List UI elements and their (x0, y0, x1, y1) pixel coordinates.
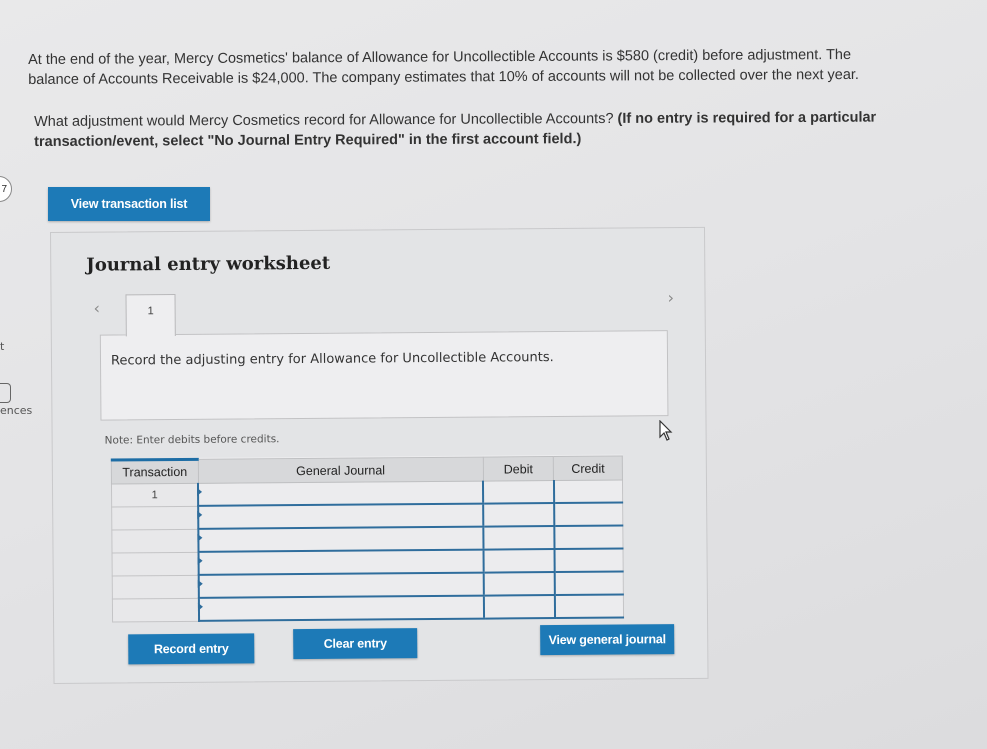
clear-entry-button[interactable]: Clear entry (293, 628, 418, 660)
credit-field[interactable] (554, 571, 624, 596)
view-general-journal-button[interactable]: View general journal (540, 624, 675, 656)
debit-field[interactable] (483, 572, 555, 596)
question-prompt: What adjustment would Mercy Cosmetics re… (34, 107, 954, 152)
dropdown-caret-icon (197, 487, 203, 496)
account-field[interactable] (197, 526, 484, 552)
badge-label: 7 (1, 184, 7, 195)
tab-transaction-1[interactable]: 1 (125, 294, 176, 337)
instruction-box: Record the adjusting entry for Allowance… (99, 330, 669, 421)
account-field[interactable] (197, 481, 484, 506)
dropdown-caret-icon (197, 533, 203, 542)
debit-field[interactable] (483, 503, 555, 527)
debit-field[interactable] (483, 549, 555, 573)
question-text: At the end of the year, Mercy Cosmetics'… (28, 44, 948, 90)
account-field[interactable] (197, 503, 484, 529)
header-credit: Credit (553, 456, 623, 481)
account-field[interactable] (197, 549, 484, 575)
worksheet-title: Journal entry worksheet (86, 252, 331, 276)
credit-field[interactable] (554, 548, 624, 573)
transaction-cell (112, 574, 200, 599)
account-field[interactable] (198, 572, 485, 598)
view-transaction-list-button[interactable]: View transaction list (48, 187, 210, 221)
credit-field[interactable] (553, 502, 623, 527)
table-row (112, 594, 624, 622)
mouse-pointer-icon (659, 420, 673, 441)
header-general-journal: General Journal (198, 457, 484, 484)
journal-entry-worksheet: Journal entry worksheet ‹ › 1 Record the… (50, 226, 709, 684)
header-transaction: Transaction (111, 459, 199, 485)
transaction-cell (111, 528, 199, 553)
credit-field[interactable] (554, 525, 624, 550)
dropdown-caret-icon (198, 602, 204, 611)
credit-field[interactable] (553, 480, 623, 504)
tab-label: 1 (147, 305, 154, 318)
debit-field[interactable] (484, 595, 555, 619)
question-line-2: balance of Accounts Receivable is $24,00… (28, 66, 859, 88)
transaction-cell: 1 (111, 483, 199, 507)
prompt-text: What adjustment would Mercy Cosmetics re… (34, 110, 614, 130)
header-debit: Debit (482, 456, 554, 482)
transaction-cell (112, 597, 200, 622)
chevron-right-icon[interactable]: › (667, 288, 674, 307)
dropdown-caret-icon (198, 579, 204, 588)
side-icon (0, 383, 11, 403)
account-field[interactable] (198, 595, 485, 621)
journal-table: Transaction General Journal Debit Credit… (110, 454, 625, 623)
record-entry-button[interactable]: Record entry (128, 633, 255, 665)
chevron-left-icon[interactable]: ‹ (94, 299, 101, 318)
question-number-badge[interactable]: 7 (0, 176, 12, 202)
note-text: Note: Enter debits before credits. (104, 433, 280, 447)
dropdown-caret-icon (197, 556, 203, 565)
transaction-cell (112, 551, 199, 576)
side-fragment-t: t (0, 340, 5, 353)
side-fragment-references: ences (0, 404, 33, 417)
dropdown-caret-icon (197, 510, 203, 519)
credit-field[interactable] (554, 594, 624, 619)
instruction-text: Record the adjusting entry for Allowance… (110, 350, 554, 369)
transaction-cell (111, 505, 199, 530)
debit-field[interactable] (483, 526, 555, 550)
debit-field[interactable] (483, 480, 554, 504)
